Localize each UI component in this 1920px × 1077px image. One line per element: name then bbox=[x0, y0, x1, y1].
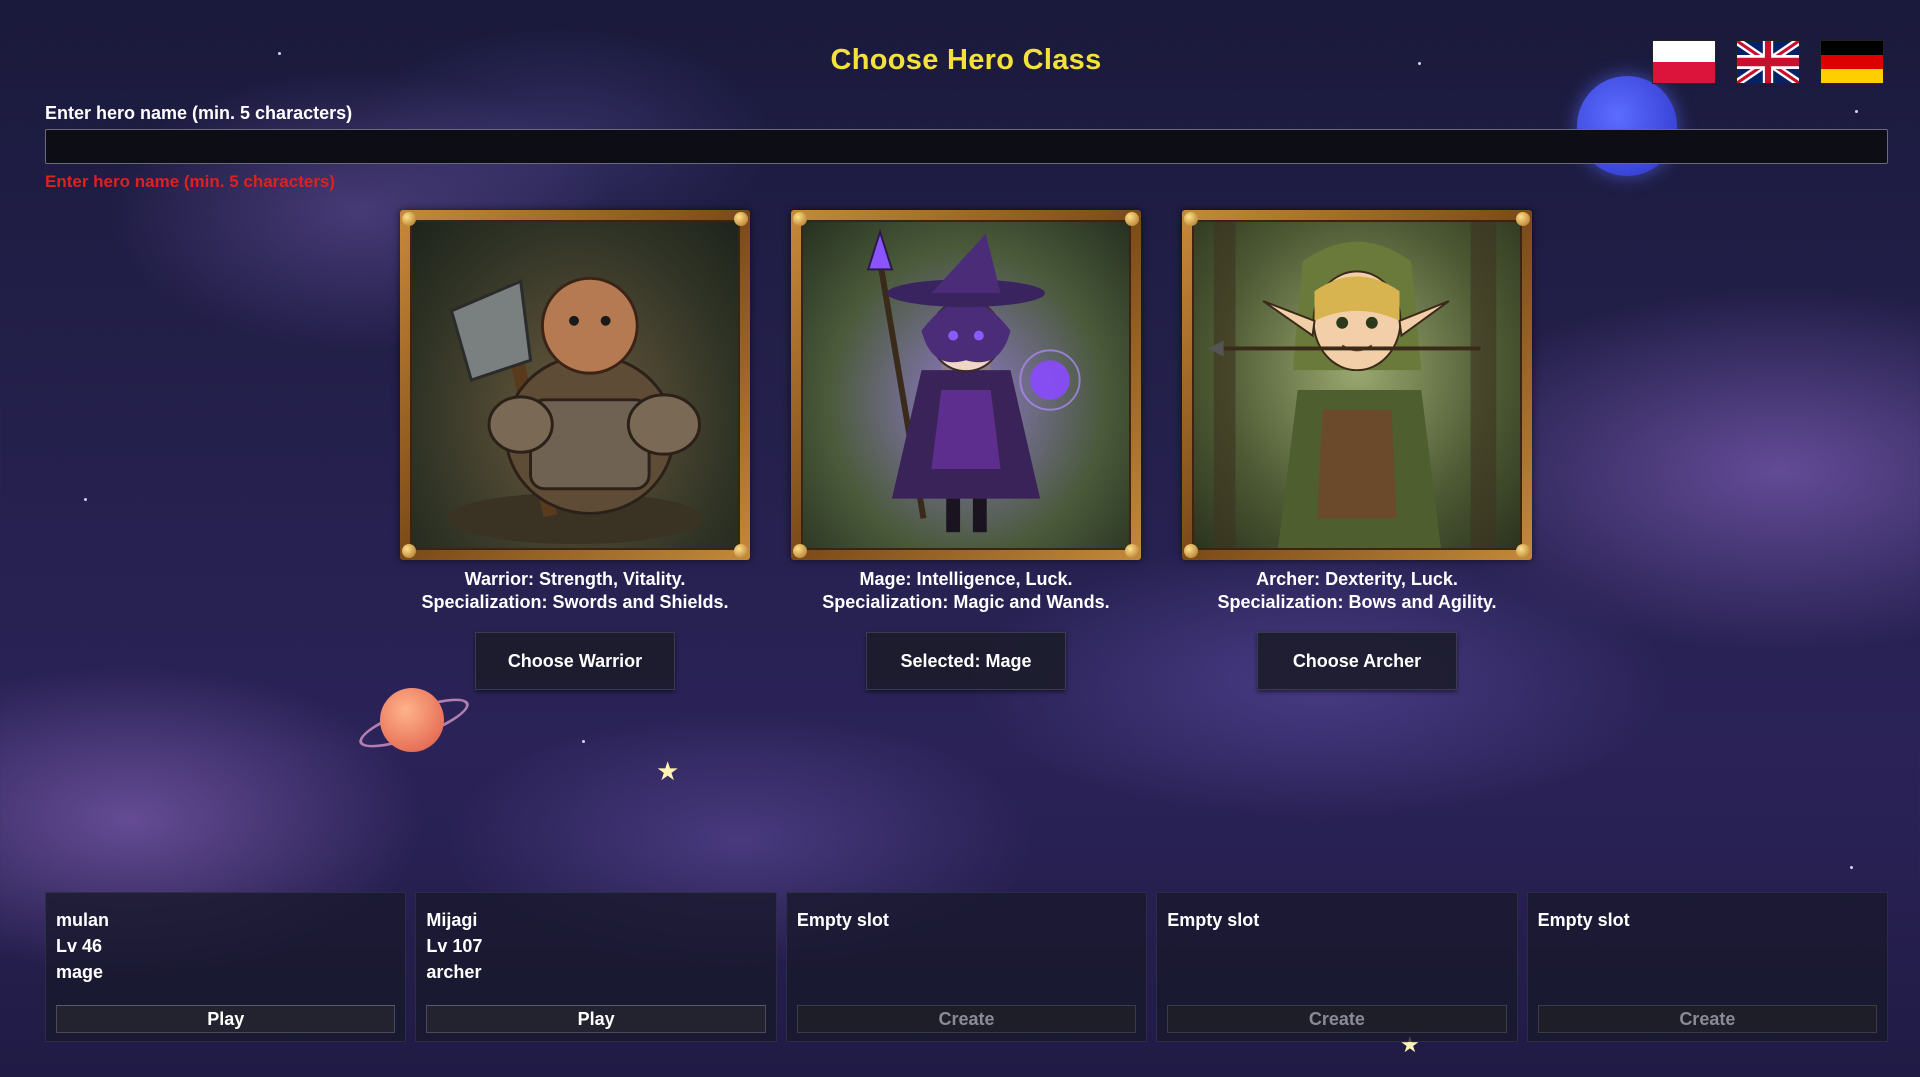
star-dot bbox=[1855, 110, 1858, 113]
star-dot bbox=[582, 740, 585, 743]
page-title: Choose Hero Class bbox=[830, 44, 1102, 76]
hero-name-input[interactable] bbox=[45, 129, 1888, 164]
empty-slot-label: Empty slot bbox=[1167, 910, 1260, 930]
character-slot: Mijagi Lv 107 archer Play bbox=[415, 892, 777, 1042]
selected-mage-button[interactable]: Selected: Mage bbox=[866, 632, 1066, 690]
warrior-portrait bbox=[410, 220, 740, 550]
slot-hero-level: Lv 107 bbox=[426, 936, 483, 956]
orange-planet-decoration bbox=[380, 688, 444, 752]
empty-slot-label: Empty slot bbox=[796, 910, 889, 930]
slot-hero-level: Lv 46 bbox=[56, 936, 103, 956]
slot-hero-name: mulan bbox=[56, 910, 110, 930]
empty-slot: Empty slot Create bbox=[1526, 892, 1889, 1042]
create-button[interactable]: Create bbox=[796, 1005, 1137, 1033]
hero-name-label: Enter hero name (min. 5 characters) bbox=[45, 103, 353, 123]
class-card-mage: Mage: Intelligence, Luck. Specialization… bbox=[791, 210, 1141, 690]
warrior-portrait-frame bbox=[400, 210, 750, 560]
germany-flag-icon[interactable] bbox=[1820, 40, 1884, 84]
archer-description: Archer: Dexterity, Luck. Specialization:… bbox=[1182, 568, 1532, 614]
choose-archer-button[interactable]: Choose Archer bbox=[1257, 632, 1457, 690]
empty-slot: Empty slot Create bbox=[1156, 892, 1518, 1042]
slot-hero-class: mage bbox=[56, 962, 104, 982]
hero-name-error: Enter hero name (min. 5 characters) bbox=[45, 172, 336, 191]
archer-description-line: Archer: Dexterity, Luck. bbox=[1256, 569, 1458, 589]
warrior-description: Warrior: Strength, Vitality. Specializat… bbox=[400, 568, 750, 614]
star-icon: ★ bbox=[656, 756, 680, 786]
create-button[interactable]: Create bbox=[1537, 1005, 1878, 1033]
archer-portrait bbox=[1192, 220, 1522, 550]
warrior-description-line: Specialization: Swords and Shields. bbox=[421, 592, 729, 612]
character-slot: mulan Lv 46 mage Play bbox=[45, 892, 407, 1042]
mage-portrait bbox=[801, 220, 1131, 550]
star-dot bbox=[1850, 866, 1853, 869]
play-button[interactable]: Play bbox=[56, 1005, 396, 1033]
slot-hero-class: archer bbox=[426, 962, 482, 982]
uk-flag-icon[interactable] bbox=[1736, 40, 1800, 84]
star-dot bbox=[84, 498, 87, 501]
slot-hero-name: Mijagi bbox=[426, 910, 478, 930]
archer-portrait-frame bbox=[1182, 210, 1532, 560]
character-slots: mulan Lv 46 mage Play Mijagi Lv 107 arch… bbox=[45, 892, 1889, 1042]
poland-flag-icon[interactable] bbox=[1652, 40, 1716, 84]
choose-warrior-button[interactable]: Choose Warrior bbox=[475, 632, 675, 690]
create-button[interactable]: Create bbox=[1167, 1005, 1507, 1033]
empty-slot: Empty slot Create bbox=[785, 892, 1148, 1042]
class-card-warrior: Warrior: Strength, Vitality. Specializat… bbox=[400, 210, 750, 690]
mage-description-line: Specialization: Magic and Wands. bbox=[822, 592, 1110, 612]
planet-ring-decoration bbox=[354, 689, 474, 757]
play-button[interactable]: Play bbox=[426, 1005, 766, 1033]
warrior-description-line: Warrior: Strength, Vitality. bbox=[464, 569, 686, 589]
language-selector bbox=[1652, 40, 1884, 84]
archer-description-line: Specialization: Bows and Agility. bbox=[1217, 592, 1497, 612]
mage-description-line: Mage: Intelligence, Luck. bbox=[859, 569, 1073, 589]
mage-description: Mage: Intelligence, Luck. Specialization… bbox=[791, 568, 1141, 614]
empty-slot-label: Empty slot bbox=[1537, 910, 1630, 930]
class-card-archer: Archer: Dexterity, Luck. Specialization:… bbox=[1182, 210, 1532, 690]
mage-portrait-frame bbox=[791, 210, 1141, 560]
